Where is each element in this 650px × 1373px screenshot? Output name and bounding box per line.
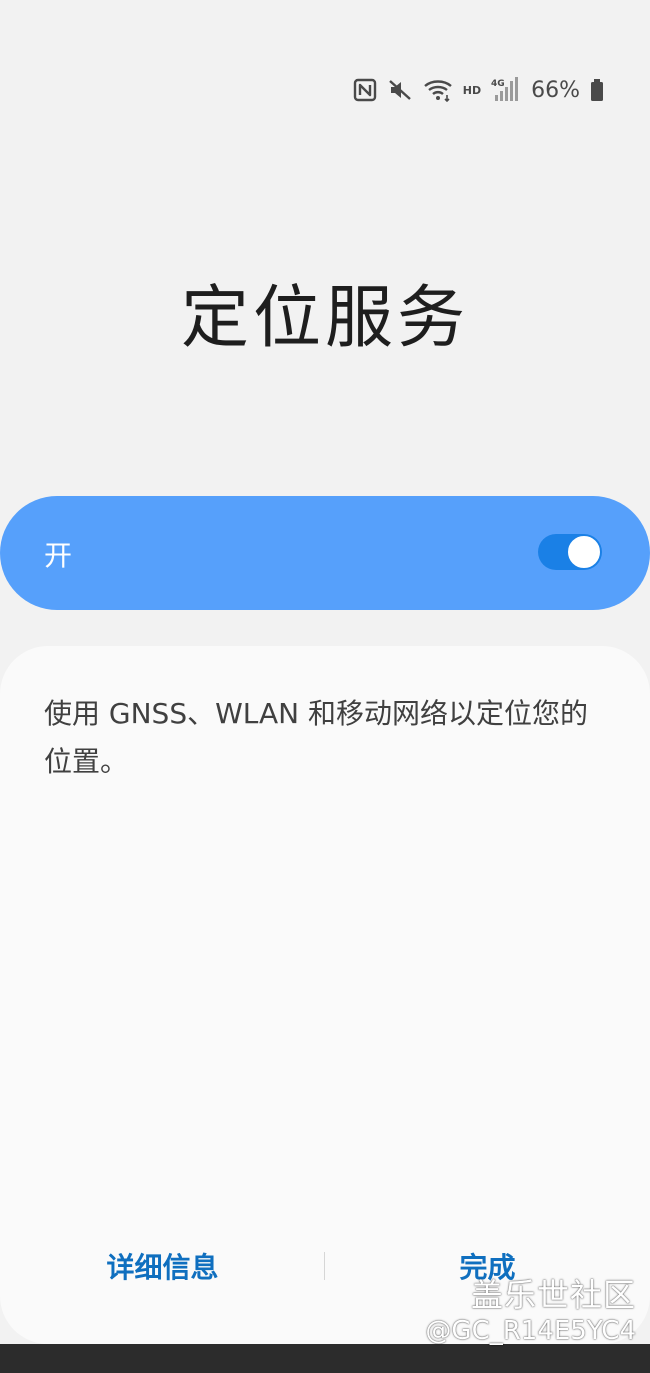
toggle-knob <box>567 535 601 569</box>
battery-icon <box>590 78 604 102</box>
mute-icon <box>387 78 413 102</box>
done-button[interactable]: 完成 <box>325 1246 650 1290</box>
battery-percent: 66% <box>531 77 580 103</box>
location-toggle[interactable] <box>538 534 602 570</box>
status-bar: HD 4G 66% <box>353 74 604 106</box>
navigation-bar <box>0 1344 650 1373</box>
master-switch-label: 开 <box>44 539 73 572</box>
description-text: 使用 GNSS、WLAN 和移动网络以定位您的位置。 <box>44 697 589 778</box>
card-footer: 详细信息 完成 <box>0 1246 650 1290</box>
nfc-icon <box>353 78 377 102</box>
details-button[interactable]: 详细信息 <box>0 1246 325 1290</box>
master-switch-bar[interactable]: 开 <box>0 496 650 610</box>
hd-icon: HD <box>462 83 482 97</box>
description-card: 使用 GNSS、WLAN 和移动网络以定位您的位置。 详细信息 完成 <box>0 646 650 1344</box>
4g-signal-icon: 4G <box>491 77 519 103</box>
svg-text:4G: 4G <box>491 79 505 89</box>
wifi-icon <box>423 78 453 102</box>
page-title: 定位服务 <box>180 279 469 358</box>
